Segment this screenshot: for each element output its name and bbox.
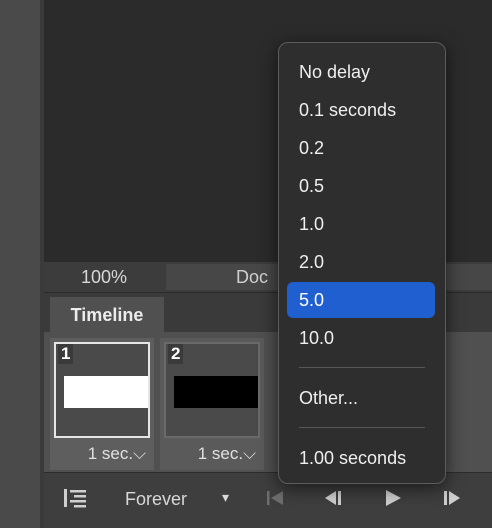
- photoshop-window: 100% Doc Timeline 1 1 sec.⌵ 2 1 sec.⌵ Fo…: [0, 0, 492, 528]
- frame-1[interactable]: 1 1 sec.⌵: [50, 338, 154, 470]
- menu-item-current-delay[interactable]: 1.00 seconds: [287, 440, 435, 476]
- menu-item-2-0[interactable]: 2.0: [287, 244, 435, 280]
- frame-thumbnail-image: [64, 376, 148, 408]
- menu-item-no-delay[interactable]: No delay: [287, 54, 435, 90]
- frame-delay-menu: No delay 0.1 seconds 0.2 0.5 1.0 2.0 5.0…: [278, 42, 446, 484]
- menu-separator: [299, 367, 425, 368]
- chevron-down-icon[interactable]: ▾: [222, 489, 229, 506]
- next-frame-icon[interactable]: [440, 487, 464, 514]
- menu-item-10-0[interactable]: 10.0: [287, 320, 435, 356]
- frame-2[interactable]: 2 1 sec.⌵: [160, 338, 264, 470]
- menu-item-5-0[interactable]: 5.0: [287, 282, 435, 318]
- menu-item-0-1-seconds[interactable]: 0.1 seconds: [287, 92, 435, 128]
- timeline-convert-icon[interactable]: [62, 487, 88, 514]
- loop-options-dropdown[interactable]: Forever: [125, 489, 187, 510]
- first-frame-icon[interactable]: [264, 487, 286, 514]
- frame-delay-dropdown[interactable]: 1 sec.⌵: [160, 444, 264, 464]
- tab-timeline[interactable]: Timeline: [50, 297, 164, 333]
- menu-item-other[interactable]: Other...: [287, 380, 435, 416]
- menu-item-0-2[interactable]: 0.2: [287, 130, 435, 166]
- document-info-label: Doc: [236, 267, 269, 287]
- frame-number: 2: [168, 344, 184, 364]
- previous-frame-icon[interactable]: [322, 487, 346, 514]
- left-toolbar-strip: [0, 0, 40, 528]
- zoom-level[interactable]: 100%: [44, 262, 164, 292]
- frame-delay-dropdown[interactable]: 1 sec.⌵: [50, 444, 154, 464]
- play-icon[interactable]: [382, 487, 404, 514]
- frame-thumbnail-image: [174, 376, 258, 408]
- menu-item-0-5[interactable]: 0.5: [287, 168, 435, 204]
- menu-item-1-0[interactable]: 1.0: [287, 206, 435, 242]
- frame-number: 1: [58, 344, 74, 364]
- menu-separator: [299, 427, 425, 428]
